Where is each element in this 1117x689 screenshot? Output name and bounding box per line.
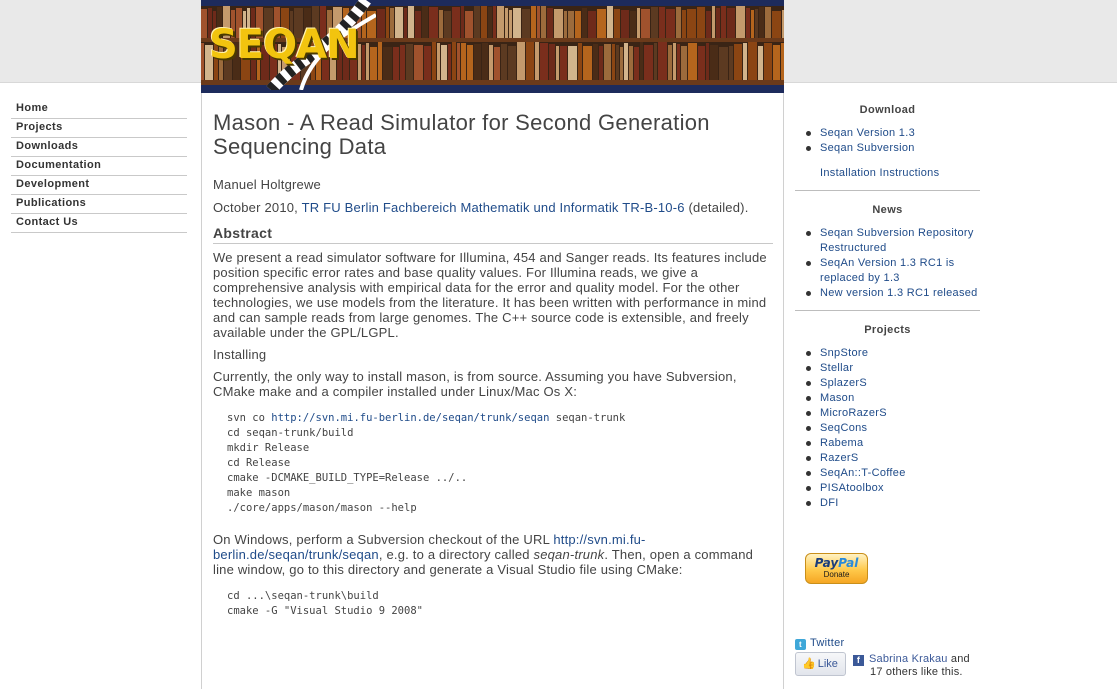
news-link[interactable]: Seqan Subversion Repository Restructured xyxy=(805,226,980,256)
paypal-logo-text: Pay xyxy=(814,556,839,570)
download-section: Download Seqan Version 1.3 Seqan Subvers… xyxy=(795,104,980,191)
detailed-note: (detailed). xyxy=(684,200,749,215)
facebook-like-count: 17 others like this. xyxy=(870,666,963,678)
project-link[interactable]: Rabema xyxy=(805,436,980,451)
technical-report-link[interactable]: TR FU Berlin Fachbereich Mathematik und … xyxy=(302,200,685,215)
nav-publications[interactable]: Publications xyxy=(11,195,187,214)
facebook-social-text: f Sabrina Krakau and 17 others like this. xyxy=(853,653,983,679)
seqan-logo[interactable]: SEQAN xyxy=(201,0,376,90)
project-link[interactable]: SeqCons xyxy=(805,421,980,436)
main-nav: Home Projects Downloads Documentation De… xyxy=(11,100,187,233)
facebook-like-button[interactable]: 👍 Like xyxy=(795,652,846,676)
code-text: svn co xyxy=(227,412,272,424)
nav-documentation[interactable]: Documentation xyxy=(11,157,187,176)
nav-home[interactable]: Home xyxy=(11,100,187,119)
directory-name: seqan-trunk xyxy=(533,547,605,562)
windows-instructions: On Windows, perform a Subversion checkou… xyxy=(213,532,773,577)
project-link[interactable]: Mason xyxy=(805,391,980,406)
project-link[interactable]: DFI xyxy=(805,496,980,511)
news-link[interactable]: New version 1.3 RC1 released xyxy=(805,286,980,301)
like-label: Like xyxy=(817,658,838,670)
publication-info: October 2010, TR FU Berlin Fachbereich M… xyxy=(213,200,773,215)
code-line: cd Release xyxy=(227,457,291,469)
code-text: seqan-trunk xyxy=(549,412,626,424)
main-content: Mason - A Read Simulator for Second Gene… xyxy=(201,93,784,689)
logo-text: SEQAN xyxy=(209,22,360,68)
installing-heading: Installing xyxy=(213,347,267,362)
news-heading: News xyxy=(872,204,903,216)
svn-url-link[interactable]: http://svn.mi.fu-berlin.de/seqan/trunk/s… xyxy=(271,412,549,424)
facebook-friend-name[interactable]: Sabrina Krakau xyxy=(869,653,948,665)
code-line: cd seqan-trunk/build xyxy=(227,427,354,439)
twitter-label: Twitter xyxy=(810,637,845,649)
code-line: cmake -DCMAKE_BUILD_TYPE=Release ../.. xyxy=(227,472,468,484)
nav-contact-us[interactable]: Contact Us xyxy=(11,214,187,233)
abstract-text: We present a read simulator software for… xyxy=(213,250,767,340)
download-link[interactable]: Seqan Subversion xyxy=(805,141,980,156)
paypal-logo-text: Pal xyxy=(838,556,859,570)
download-link[interactable]: Seqan Version 1.3 xyxy=(805,126,980,141)
news-link[interactable]: SeqAn Version 1.3 RC1 is replaced by 1.3 xyxy=(805,256,980,286)
code-block-linux: svn co http://svn.mi.fu-berlin.de/seqan/… xyxy=(213,411,773,516)
abstract-heading: Abstract xyxy=(213,225,773,244)
facebook-icon: f xyxy=(853,655,864,666)
thumbs-up-icon: 👍 xyxy=(802,658,816,670)
code-line: cd ...\seqan-trunk\build xyxy=(227,590,379,602)
author: Manuel Holtgrewe xyxy=(213,177,321,192)
publication-date: October 2010, xyxy=(213,200,302,215)
install-intro: Currently, the only way to install mason… xyxy=(213,369,737,399)
code-line: svn co http://svn.mi.fu-berlin.de/seqan/… xyxy=(227,411,773,426)
projects-section: Projects SnpStore Stellar SplazerS Mason… xyxy=(795,324,980,511)
paypal-donate-button[interactable]: PayPal Donate xyxy=(805,553,868,584)
code-line: cmake -G "Visual Studio 9 2008" xyxy=(227,605,423,617)
project-link[interactable]: SplazerS xyxy=(805,376,980,391)
windows-text: On Windows, perform a Subversion checkou… xyxy=(213,532,554,547)
project-link[interactable]: RazerS xyxy=(805,451,980,466)
donate-label: Donate xyxy=(823,570,850,579)
right-sidebar: Download Seqan Version 1.3 Seqan Subvers… xyxy=(795,104,980,511)
code-line: mkdir Release xyxy=(227,442,310,454)
twitter-link[interactable]: t Twitter xyxy=(795,637,845,651)
paypal-logo: PayPal xyxy=(806,556,867,570)
project-link[interactable]: SeqAn::T-Coffee xyxy=(805,466,980,481)
nav-projects[interactable]: Projects xyxy=(11,119,187,138)
news-section: News Seqan Subversion Repository Restruc… xyxy=(795,204,980,311)
project-link[interactable]: PISAtoolbox xyxy=(805,481,980,496)
code-block-windows: cd ...\seqan-trunk\build cmake -G "Visual… xyxy=(213,589,773,619)
twitter-icon: t xyxy=(795,639,806,650)
code-line: ./core/apps/mason/mason --help xyxy=(227,502,417,514)
project-link[interactable]: MicroRazerS xyxy=(805,406,980,421)
installation-instructions-link[interactable]: Installation Instructions xyxy=(795,166,980,181)
facebook-and: and xyxy=(947,653,970,665)
windows-text: , e.g. to a directory called xyxy=(378,547,534,562)
project-link[interactable]: SnpStore xyxy=(805,346,980,361)
download-heading: Download xyxy=(859,104,916,116)
nav-development[interactable]: Development xyxy=(11,176,187,195)
projects-heading: Projects xyxy=(864,324,911,336)
code-line: make mason xyxy=(227,487,291,499)
nav-downloads[interactable]: Downloads xyxy=(11,138,187,157)
page-title: Mason - A Read Simulator for Second Gene… xyxy=(213,110,710,159)
project-link[interactable]: Stellar xyxy=(805,361,980,376)
banner: SEQAN xyxy=(201,0,784,93)
